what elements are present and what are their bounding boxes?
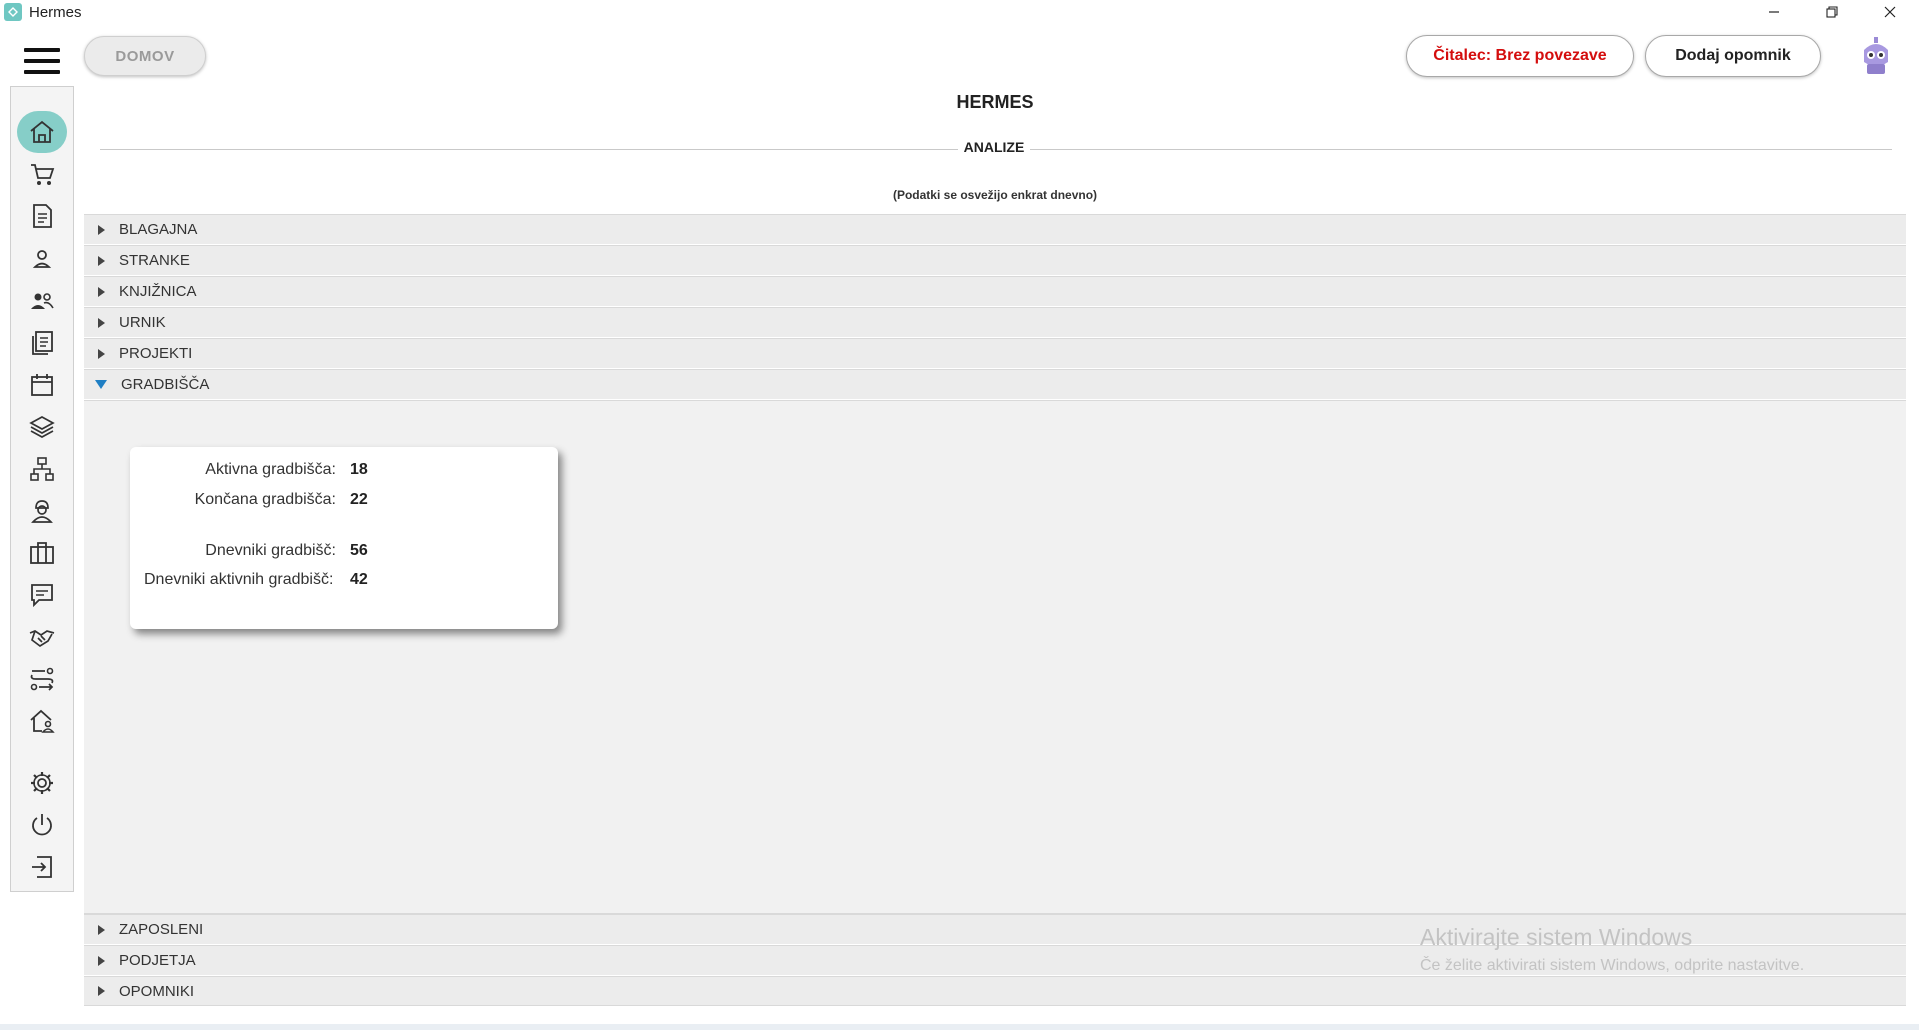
stat-row: Končana gradbišča: 22 xyxy=(130,489,558,511)
accordion-label: ZAPOSLENI xyxy=(119,921,204,938)
bottom-edge xyxy=(0,1024,1919,1030)
activation-watermark-subtitle: Če želite aktivirati sistem Windows, odp… xyxy=(1420,957,1805,974)
calendar-icon xyxy=(31,374,53,396)
power-icon xyxy=(32,814,52,836)
sidebar-item-projects[interactable] xyxy=(17,407,67,447)
sidebar-item-sales[interactable] xyxy=(17,154,67,194)
accordion-knjiznica[interactable]: KNJIŽNICA xyxy=(84,276,1906,306)
sidebar-item-contacts[interactable] xyxy=(17,281,67,321)
caret-right-icon xyxy=(98,255,105,266)
org-chart-icon xyxy=(30,457,54,481)
stat-value: 42 xyxy=(350,571,368,588)
close-button[interactable] xyxy=(1861,0,1919,24)
accordion-gradbisca[interactable]: GRADBIŠČA xyxy=(84,369,1906,399)
accordion-label: BLAGAJNA xyxy=(119,221,198,238)
caret-right-icon xyxy=(98,348,105,359)
section-label: ANALIZE xyxy=(958,139,1030,155)
window-title: Hermes xyxy=(29,3,82,21)
stat-value: 22 xyxy=(350,491,368,508)
refresh-note: (Podatki se osvežijo enkrat dnevno) xyxy=(892,188,1098,202)
caret-right-icon xyxy=(98,955,105,966)
caret-right-icon xyxy=(98,986,105,996)
reader-status-button[interactable]: Čitalec: Brez povezave xyxy=(1406,35,1634,77)
sidebar-item-schedule[interactable] xyxy=(17,365,67,405)
stat-value: 18 xyxy=(350,461,368,478)
layers-icon xyxy=(29,416,55,438)
window-titlebar: Hermes xyxy=(0,0,1919,24)
robot-avatar-icon xyxy=(1864,37,1888,74)
add-reminder-button[interactable]: Dodaj opomnik xyxy=(1645,35,1821,77)
page-title: HERMES xyxy=(956,92,1034,112)
accordion-panel-gradbisca: Aktivna gradbišča: 18 Končana gradbišča:… xyxy=(84,400,1906,914)
sidebar-item-invoices[interactable] xyxy=(17,196,67,236)
sidebar-item-properties[interactable] xyxy=(17,701,67,741)
activation-watermark-title: Aktivirajte sistem Windows xyxy=(1420,924,1693,950)
people-icon xyxy=(31,293,54,309)
sidebar-item-power[interactable] xyxy=(17,805,67,845)
app-logo-icon xyxy=(4,3,22,21)
accordion-label: PROJEKTI xyxy=(119,345,193,362)
menu-toggle-button[interactable] xyxy=(24,48,60,74)
sidebar-item-documents[interactable] xyxy=(17,323,67,363)
sidebar-item-workers[interactable] xyxy=(17,491,67,531)
sidebar-item-routes[interactable] xyxy=(17,659,67,699)
stat-label: Dnevniki aktivnih gradbišč: xyxy=(144,571,334,588)
caret-down-icon xyxy=(95,380,107,389)
user-avatar[interactable] xyxy=(1858,36,1894,76)
accordion-opomniki[interactable]: OPOMNIKI xyxy=(84,976,1906,1006)
house-user-icon xyxy=(30,709,55,733)
sidebar-item-customer[interactable] xyxy=(17,239,67,279)
caret-right-icon xyxy=(98,224,105,235)
sidebar-item-business[interactable] xyxy=(17,533,67,573)
sidebar-nav xyxy=(10,86,74,892)
sidebar-item-logout[interactable] xyxy=(17,847,67,887)
sidebar-item-home[interactable] xyxy=(17,111,67,153)
stat-label: Aktivna gradbišča: xyxy=(205,461,336,478)
settings-icon xyxy=(31,772,53,794)
stat-row: Dnevniki gradbišč: 56 xyxy=(130,540,558,562)
stat-label: Končana gradbišča: xyxy=(194,491,336,508)
caret-right-icon xyxy=(98,924,105,935)
route-icon xyxy=(30,667,54,691)
accordion-projekti[interactable]: PROJEKTI xyxy=(84,338,1906,368)
person-icon xyxy=(32,250,52,268)
accordion-stranke[interactable]: STRANKE xyxy=(84,245,1906,275)
restore-button[interactable] xyxy=(1803,0,1861,24)
cart-icon xyxy=(31,164,55,185)
sidebar-item-structure[interactable] xyxy=(17,449,67,489)
documents-icon xyxy=(32,331,53,355)
handshake-icon xyxy=(29,630,55,648)
stat-label: Dnevniki gradbišč: xyxy=(205,542,336,559)
accordion-label: KNJIŽNICA xyxy=(119,283,197,300)
accordion-urnik[interactable]: URNIK xyxy=(84,307,1906,337)
worker-icon xyxy=(31,500,53,523)
invoice-icon xyxy=(33,204,52,228)
caret-right-icon xyxy=(98,286,105,297)
sidebar-item-deals[interactable] xyxy=(17,617,67,657)
home-button[interactable]: DOMOV xyxy=(84,36,206,76)
restore-icon xyxy=(1826,6,1838,18)
accordion-label: OPOMNIKI xyxy=(119,982,195,1000)
accordion-blagajna[interactable]: BLAGAJNA xyxy=(84,214,1906,244)
close-icon xyxy=(1884,6,1896,18)
hamburger-icon xyxy=(24,48,60,52)
minimize-button[interactable] xyxy=(1745,0,1803,24)
caret-right-icon xyxy=(98,317,105,328)
sidebar-item-messages[interactable] xyxy=(17,575,67,615)
minimize-icon xyxy=(1769,11,1779,13)
briefcase-icon xyxy=(30,542,54,564)
message-icon xyxy=(31,584,53,608)
accordion-label: URNIK xyxy=(119,314,166,331)
accordion-label: PODJETJA xyxy=(119,952,196,969)
home-icon xyxy=(30,120,54,143)
stat-row: Aktivna gradbišča: 18 xyxy=(130,459,558,481)
accordion-label: GRADBIŠČA xyxy=(121,376,210,393)
logout-icon xyxy=(32,856,52,878)
sidebar-item-settings[interactable] xyxy=(17,763,67,803)
construction-stats-card: Aktivna gradbišča: 18 Končana gradbišča:… xyxy=(130,447,558,629)
stat-row: Dnevniki aktivnih gradbišč: 42 xyxy=(130,569,558,591)
accordion-label: STRANKE xyxy=(119,252,190,269)
stat-value: 56 xyxy=(350,542,368,559)
